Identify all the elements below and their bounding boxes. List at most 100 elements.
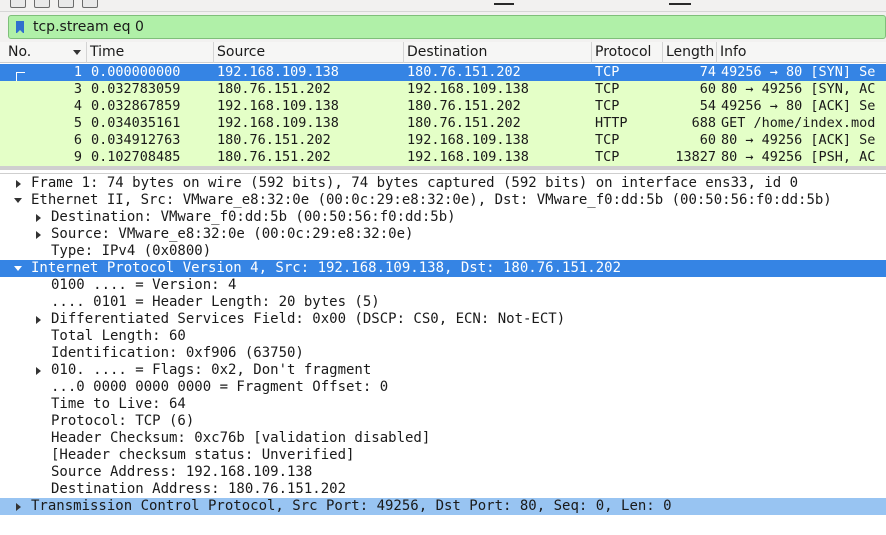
detail-tree-item[interactable]: ...0 0000 0000 0000 = Fragment Offset: 0 xyxy=(0,379,886,396)
detail-tree-item[interactable]: Header Checksum: 0xc76b [validation disa… xyxy=(0,430,886,447)
packet-list-header: No. Time Source Destination Protocol Len… xyxy=(0,42,886,63)
packet-row[interactable]: 1 0.000000000 192.168.109.138 180.76.151.20… xyxy=(0,64,886,84)
packet-list-scrollbar[interactable] xyxy=(0,166,886,170)
packet-destination: 192.168.109.138 xyxy=(407,81,529,97)
column-header-protocol[interactable]: Protocol xyxy=(591,42,662,63)
packet-protocol: TCP xyxy=(595,81,620,97)
column-header-info[interactable]: Info xyxy=(716,42,886,63)
detail-tree-label: Source: VMware_e8:32:0e (00:0c:29:e8:32:… xyxy=(51,226,414,242)
detail-tree-label: Source Address: 192.168.109.138 xyxy=(51,464,313,480)
packet-source: 180.76.151.202 xyxy=(217,81,331,97)
detail-tree-label: [Header checksum status: Unverified] xyxy=(51,447,355,463)
toolbar-reload-icon[interactable] xyxy=(82,0,98,8)
packet-source: 192.168.109.138 xyxy=(217,98,339,114)
detail-tree-item[interactable]: Frame 1: 74 bytes on wire (592 bits), 74… xyxy=(0,175,886,192)
detail-tree-label: Identification: 0xf906 (63750) xyxy=(51,345,304,361)
collapsed-arrow-icon[interactable] xyxy=(36,231,41,239)
detail-tree-label: Differentiated Services Field: 0x00 (DSC… xyxy=(51,311,566,327)
detail-tree-item[interactable]: Ethernet II, Src: VMware_e8:32:0e (00:0c… xyxy=(0,192,886,209)
packet-no: 1 xyxy=(73,64,82,80)
packet-destination: 180.76.151.202 xyxy=(407,64,521,80)
collapsed-arrow-icon[interactable] xyxy=(36,214,41,222)
packet-info: GET /home/index.mod xyxy=(721,115,876,131)
packet-row[interactable]: 3 0.032783059 180.76.151.202 192.168.109.13… xyxy=(0,81,886,98)
packet-length: 60 xyxy=(699,132,716,148)
packet-row[interactable]: 6 0.034912763 180.76.151.202 192.168.109.13… xyxy=(0,132,886,149)
detail-tree-item[interactable]: Type: IPv4 (0x0800) xyxy=(0,243,886,260)
packet-length: 688 xyxy=(691,115,716,131)
detail-tree-label: ...0 0000 0000 0000 = Fragment Offset: 0 xyxy=(51,379,389,395)
detail-tree-label: .... 0101 = Header Length: 20 bytes (5) xyxy=(51,294,380,310)
detail-tree-item[interactable]: Destination: VMware_f0:dd:5b (00:50:56:f… xyxy=(0,209,886,226)
packet-list[interactable]: No. Time Source Destination Protocol Len… xyxy=(0,42,886,170)
detail-tree-label: Ethernet II, Src: VMware_e8:32:0e (00:0c… xyxy=(31,192,832,208)
toolbar-zoom-icon[interactable] xyxy=(494,3,514,5)
packet-info: 80 → 49256 [PSH, AC xyxy=(721,149,876,165)
detail-tree-item[interactable]: Internet Protocol Version 4, Src: 192.16… xyxy=(0,260,886,277)
detail-tree-item[interactable]: Identification: 0xf906 (63750) xyxy=(0,345,886,362)
toolbar-save-icon[interactable] xyxy=(34,0,50,8)
detail-tree-item[interactable]: Differentiated Services Field: 0x00 (DSC… xyxy=(0,311,886,328)
column-header-destination[interactable]: Destination xyxy=(403,42,591,63)
detail-tree-label: Transmission Control Protocol, Src Port:… xyxy=(31,498,672,514)
expanded-arrow-icon[interactable] xyxy=(14,198,22,203)
detail-tree-item[interactable]: .... 0101 = Header Length: 20 bytes (5) xyxy=(0,294,886,311)
packet-info: 80 → 49256 [SYN, AC xyxy=(721,81,876,97)
packet-row[interactable]: 5 0.034035161 192.168.109.138 180.76.151.20… xyxy=(0,115,886,132)
packet-protocol: TCP xyxy=(595,64,620,80)
detail-tree-item[interactable]: Destination Address: 180.76.151.202 xyxy=(0,481,886,498)
packet-time: 0.034912763 xyxy=(91,132,181,148)
packet-source: 180.76.151.202 xyxy=(217,149,331,165)
detail-tree-item[interactable]: [Header checksum status: Unverified] xyxy=(0,447,886,464)
display-filter-bar: tcp.stream eq 0 xyxy=(0,12,886,42)
expanded-arrow-icon[interactable] xyxy=(14,266,22,271)
packet-info: 80 → 49256 [ACK] Se xyxy=(721,132,876,148)
packet-row[interactable]: 4 0.032867859 192.168.109.138 180.76.151.20… xyxy=(0,98,886,115)
display-filter-input[interactable]: tcp.stream eq 0 xyxy=(8,15,886,39)
detail-tree-item[interactable]: Protocol: TCP (6) xyxy=(0,413,886,430)
collapsed-arrow-icon[interactable] xyxy=(16,180,21,188)
collapsed-arrow-icon[interactable] xyxy=(36,316,41,324)
packet-destination: 192.168.109.138 xyxy=(407,132,529,148)
detail-tree-item[interactable]: Transmission Control Protocol, Src Port:… xyxy=(0,498,886,515)
detail-tree-label: Total Length: 60 xyxy=(51,328,186,344)
packet-details-tree[interactable]: Frame 1: 74 bytes on wire (592 bits), 74… xyxy=(0,173,886,535)
detail-tree-item[interactable]: 0100 .... = Version: 4 xyxy=(0,277,886,294)
toolbar-open-icon[interactable] xyxy=(10,0,26,8)
detail-tree-item[interactable]: Time to Live: 64 xyxy=(0,396,886,413)
packet-protocol: HTTP xyxy=(595,115,628,131)
packet-no: 4 xyxy=(73,98,82,114)
column-header-time[interactable]: Time xyxy=(86,42,213,63)
packet-time: 0.102708485 xyxy=(91,149,181,165)
packet-info: 49256 → 80 [SYN] Se xyxy=(721,64,876,80)
packet-destination: 180.76.151.202 xyxy=(407,115,521,131)
main-toolbar xyxy=(0,0,886,12)
packet-row[interactable]: 9 0.102708485 180.76.151.202 192.168.109.13… xyxy=(0,149,886,166)
detail-tree-label: Header Checksum: 0xc76b [validation disa… xyxy=(51,430,431,446)
detail-tree-label: Type: IPv4 (0x0800) xyxy=(51,243,212,259)
packet-length: 74 xyxy=(699,64,716,80)
packet-protocol: TCP xyxy=(595,98,620,114)
toolbar-close-icon[interactable] xyxy=(58,0,74,8)
detail-tree-label: Time to Live: 64 xyxy=(51,396,186,412)
packet-protocol: TCP xyxy=(595,149,620,165)
column-header-source[interactable]: Source xyxy=(213,42,403,63)
detail-tree-item[interactable]: Source: VMware_e8:32:0e (00:0c:29:e8:32:… xyxy=(0,226,886,243)
packet-source: 180.76.151.202 xyxy=(217,132,331,148)
detail-tree-item[interactable]: Total Length: 60 xyxy=(0,328,886,345)
collapsed-arrow-icon[interactable] xyxy=(36,367,41,375)
packet-destination: 192.168.109.138 xyxy=(407,149,529,165)
sort-ascending-icon xyxy=(73,50,81,55)
detail-tree-item[interactable]: Source Address: 192.168.109.138 xyxy=(0,464,886,481)
packet-time: 0.032783059 xyxy=(91,81,181,97)
packet-time: 0.034035161 xyxy=(91,115,181,131)
detail-tree-item[interactable]: 010. .... = Flags: 0x2, Don't fragment xyxy=(0,362,886,379)
detail-tree-label: Frame 1: 74 bytes on wire (592 bits), 74… xyxy=(31,175,799,191)
packet-length: 54 xyxy=(699,98,716,114)
packet-length: 60 xyxy=(699,81,716,97)
filter-bookmark-icon[interactable] xyxy=(16,21,24,34)
packet-protocol: TCP xyxy=(595,132,620,148)
toolbar-resize-icon[interactable] xyxy=(669,3,691,5)
collapsed-arrow-icon[interactable] xyxy=(16,503,21,511)
column-header-length[interactable]: Length xyxy=(662,42,716,63)
